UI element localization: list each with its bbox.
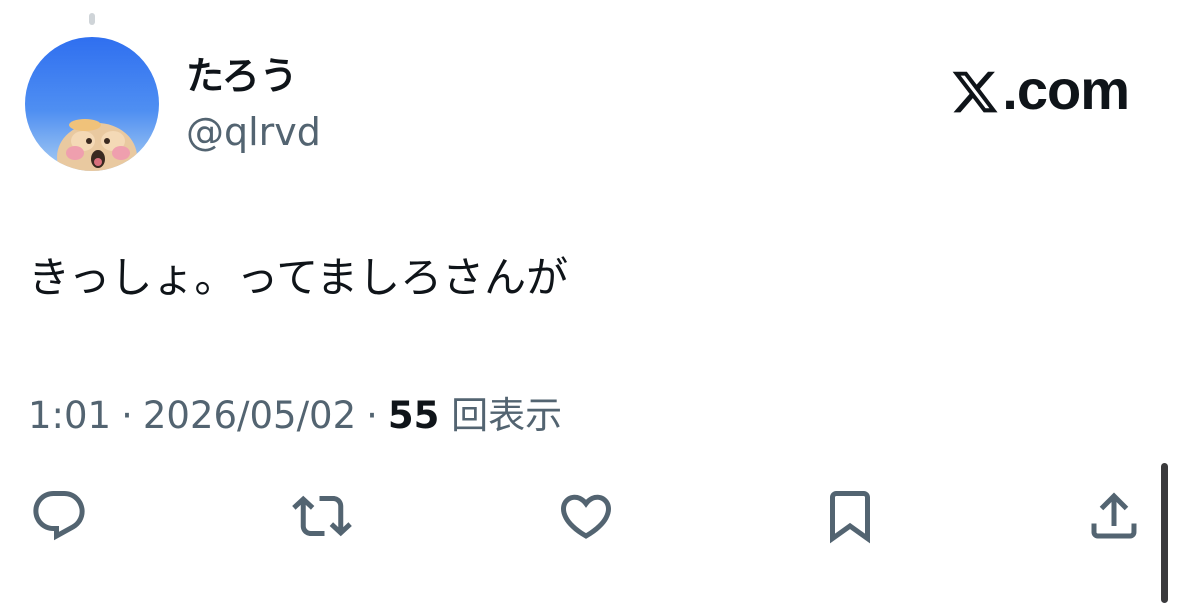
view-count: 55 xyxy=(387,394,440,437)
brand-text: .com xyxy=(1002,58,1130,121)
display-name[interactable]: たろう xyxy=(186,50,298,102)
bookmark-icon xyxy=(830,491,870,544)
reply-icon xyxy=(33,491,85,541)
user-handle[interactable]: @qlrvd xyxy=(186,106,321,158)
repost-icon xyxy=(292,495,352,537)
top-handle-indicator xyxy=(89,13,95,25)
repost-button[interactable] xyxy=(292,486,352,546)
bookmark-button[interactable] xyxy=(820,486,880,546)
tweet-text: きっしょ。ってましろさんが xyxy=(28,253,569,302)
brand-watermark: .com xyxy=(950,56,1130,132)
avatar-image xyxy=(25,37,159,171)
x-logo-icon xyxy=(950,64,1000,132)
scrollbar[interactable] xyxy=(1161,463,1168,603)
reply-button[interactable] xyxy=(29,486,89,546)
heart-icon xyxy=(560,494,612,539)
meta-separator: · xyxy=(366,394,378,437)
tweet-meta: 1:01 · 2026/05/02 · 55 回表示 xyxy=(28,392,562,440)
like-button[interactable] xyxy=(556,486,616,546)
tweet-time[interactable]: 1:01 xyxy=(28,394,111,437)
meta-separator: · xyxy=(121,394,133,437)
view-label: 回表示 xyxy=(451,394,563,437)
tweet-date[interactable]: 2026/05/02 xyxy=(143,394,356,437)
share-icon xyxy=(1091,492,1137,539)
share-button[interactable] xyxy=(1084,486,1144,546)
avatar[interactable] xyxy=(25,37,159,171)
